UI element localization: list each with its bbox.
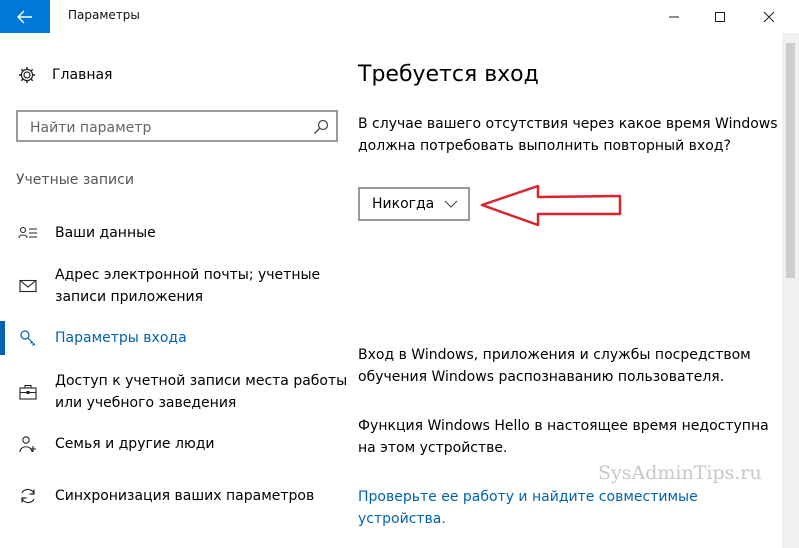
- search-box[interactable]: [16, 110, 338, 142]
- maximize-icon: [715, 11, 725, 22]
- sidebar-item-label: Параметры входа: [55, 330, 187, 346]
- annotation-arrow-icon: [480, 184, 622, 227]
- gear-icon: [17, 65, 37, 85]
- active-indicator: [0, 321, 5, 355]
- sidebar-home[interactable]: Главная: [17, 64, 112, 86]
- sidebar-item-work-access[interactable]: Доступ к учетной записи места работы или…: [0, 370, 355, 414]
- sidebar-item-label: Ваши данные: [55, 225, 156, 241]
- dropdown-value: Никогда: [372, 196, 435, 212]
- scrollbar[interactable]: [782, 33, 799, 548]
- compatible-devices-link[interactable]: Проверьте ее работу и найдите совместимы…: [358, 486, 778, 530]
- arrow-left-icon: [17, 10, 32, 23]
- sidebar-item-label: Синхронизация ваших параметров: [55, 488, 315, 504]
- search-icon[interactable]: [312, 118, 330, 136]
- sidebar-item-sign-in-options[interactable]: Параметры входа: [0, 321, 355, 355]
- close-icon: [763, 11, 775, 22]
- sync-icon: [17, 485, 39, 507]
- sidebar-home-label: Главная: [52, 67, 113, 83]
- window-title: Параметры: [68, 8, 140, 22]
- back-button[interactable]: [0, 0, 50, 33]
- minimize-button[interactable]: [651, 0, 697, 33]
- sidebar-item-email-accounts[interactable]: Адрес электронной почты; учетные записи …: [0, 264, 355, 308]
- person-add-icon: [17, 433, 39, 455]
- minimize-icon: [669, 16, 679, 17]
- title-bar: Параметры: [0, 0, 799, 33]
- chevron-down-icon: [444, 200, 458, 208]
- watermark: SysAdminTips.ru: [598, 462, 762, 484]
- hello-status-text: Функция Windows Hello в настоящее время …: [358, 418, 769, 456]
- mail-icon: [17, 275, 39, 297]
- sidebar-item-family[interactable]: Семья и другие люди: [0, 433, 355, 455]
- question-text: В случае вашего отсутствия через какое в…: [358, 116, 778, 154]
- page-title: Требуется вход: [358, 62, 539, 87]
- maximize-button[interactable]: [697, 0, 743, 33]
- section-title: Учетные записи: [16, 172, 134, 188]
- sidebar-item-label: Семья и другие люди: [55, 436, 215, 452]
- require-sign-in-dropdown[interactable]: Никогда: [358, 187, 470, 221]
- key-icon: [17, 327, 39, 349]
- sidebar-item-sync[interactable]: Синхронизация ваших параметров: [0, 485, 355, 507]
- sidebar-item-your-info[interactable]: Ваши данные: [0, 222, 355, 244]
- briefcase-icon: [17, 381, 39, 403]
- sidebar-item-label: Доступ к учетной записи места работы или…: [55, 373, 348, 411]
- scrollbar-thumb[interactable]: [786, 43, 795, 278]
- sidebar-item-label: Адрес электронной почты; учетные записи …: [55, 267, 321, 305]
- hello-intro-text: Вход в Windows, приложения и службы поср…: [358, 347, 751, 385]
- search-input[interactable]: [28, 117, 312, 139]
- close-button[interactable]: [746, 0, 792, 33]
- person-card-icon: [17, 222, 39, 244]
